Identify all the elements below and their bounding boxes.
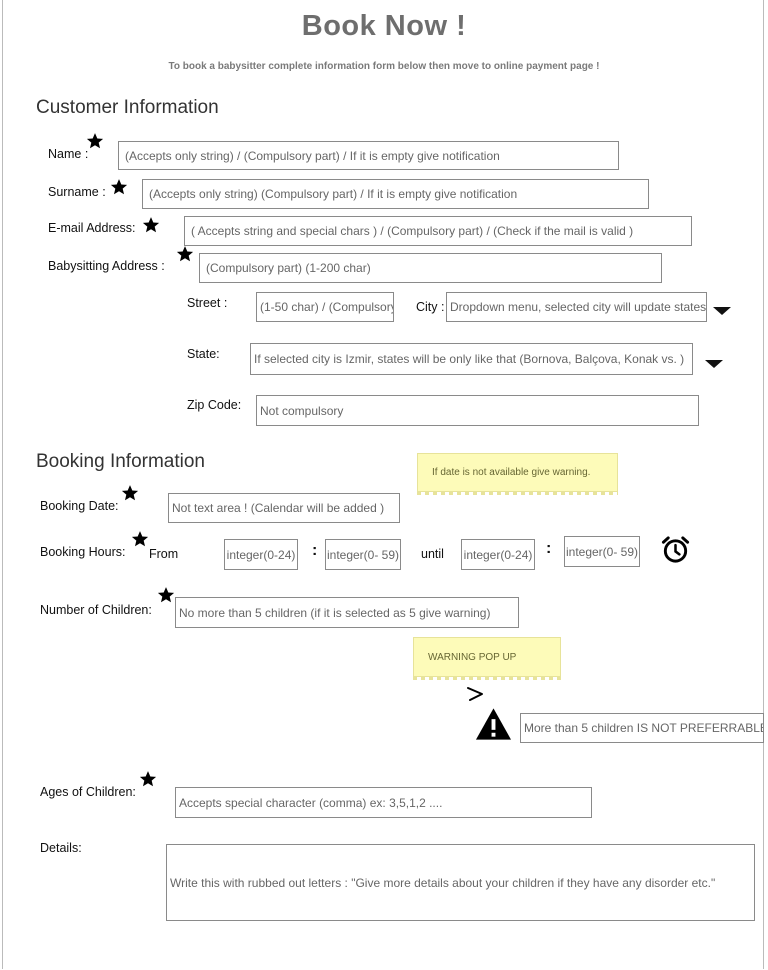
- children-count-label: Number of Children:: [40, 603, 152, 617]
- customer-section-title: Customer Information: [36, 97, 219, 118]
- alarm-clock-icon[interactable]: [660, 534, 691, 565]
- email-label: E-mail Address:: [48, 221, 136, 235]
- name-label: Name :: [48, 147, 89, 161]
- time-separator: :: [546, 540, 552, 557]
- city-label: City :: [416, 300, 445, 314]
- date-warning-note: If date is not available give warning.: [417, 453, 618, 495]
- page-subtitle: To book a babysitter complete informatio…: [168, 61, 600, 72]
- name-input[interactable]: (Accepts only string) / (Compulsory part…: [118, 141, 619, 170]
- warning-message-box: More than 5 children IS NOT PREFERRABLE: [520, 713, 764, 743]
- email-input[interactable]: ( Accepts string and special chars ) / (…: [184, 216, 692, 246]
- from-label: From: [149, 547, 179, 561]
- from-minute-input[interactable]: integer(0- 59): [325, 539, 401, 570]
- page-title: Book Now !: [301, 10, 467, 42]
- details-label: Details:: [40, 841, 82, 855]
- address-input[interactable]: (Compulsory part) (1-200 char): [199, 253, 662, 283]
- details-textarea[interactable]: Write this with rubbed out letters : "Gi…: [166, 844, 755, 921]
- until-minute-input[interactable]: integer(0- 59): [564, 536, 640, 567]
- until-hour-input[interactable]: integer(0-24): [461, 539, 535, 570]
- zip-input[interactable]: Not compulsory: [256, 395, 699, 426]
- surname-input[interactable]: (Accepts only string) (Compulsory part) …: [142, 179, 649, 209]
- booking-date-label: Booking Date:: [40, 499, 119, 513]
- warning-popup-note: WARNING POP UP: [413, 637, 561, 680]
- caret-down-icon[interactable]: [705, 360, 723, 368]
- zip-label: Zip Code:: [187, 398, 242, 412]
- booking-section-title: Booking Information: [36, 451, 205, 472]
- star-icon: [157, 586, 175, 604]
- booking-hours-label: Booking Hours:: [40, 545, 126, 559]
- city-dropdown[interactable]: Dropdown menu, selected city will update…: [446, 292, 707, 322]
- from-hour-input[interactable]: integer(0-24): [224, 539, 298, 570]
- street-input[interactable]: (1-50 char) / (Compulsory: [256, 292, 394, 322]
- state-dropdown[interactable]: If selected city is Izmir, states will b…: [250, 343, 693, 375]
- state-label: State:: [187, 347, 220, 361]
- star-icon: [131, 530, 149, 548]
- street-label: Street :: [187, 296, 228, 310]
- address-label: Babysitting Address :: [48, 259, 165, 273]
- star-icon: [142, 216, 160, 234]
- booking-date-picker[interactable]: Not text area ! (Calendar will be added …: [168, 493, 400, 523]
- children-ages-label: Ages of Children:: [40, 785, 136, 799]
- caret-down-icon[interactable]: [713, 307, 731, 315]
- star-icon: [86, 132, 104, 150]
- time-separator: :: [312, 542, 318, 559]
- until-label: until: [421, 547, 444, 561]
- warning-triangle-icon: [475, 707, 512, 741]
- children-count-input[interactable]: No more than 5 children (if it is select…: [175, 597, 519, 628]
- surname-label: Surname :: [48, 185, 106, 199]
- star-icon: [139, 770, 157, 788]
- children-ages-input[interactable]: Accepts special character (comma) ex: 3,…: [175, 787, 592, 818]
- star-icon: [176, 245, 194, 263]
- arrow-icon: [466, 686, 486, 702]
- star-icon: [110, 178, 128, 196]
- star-icon: [121, 484, 139, 502]
